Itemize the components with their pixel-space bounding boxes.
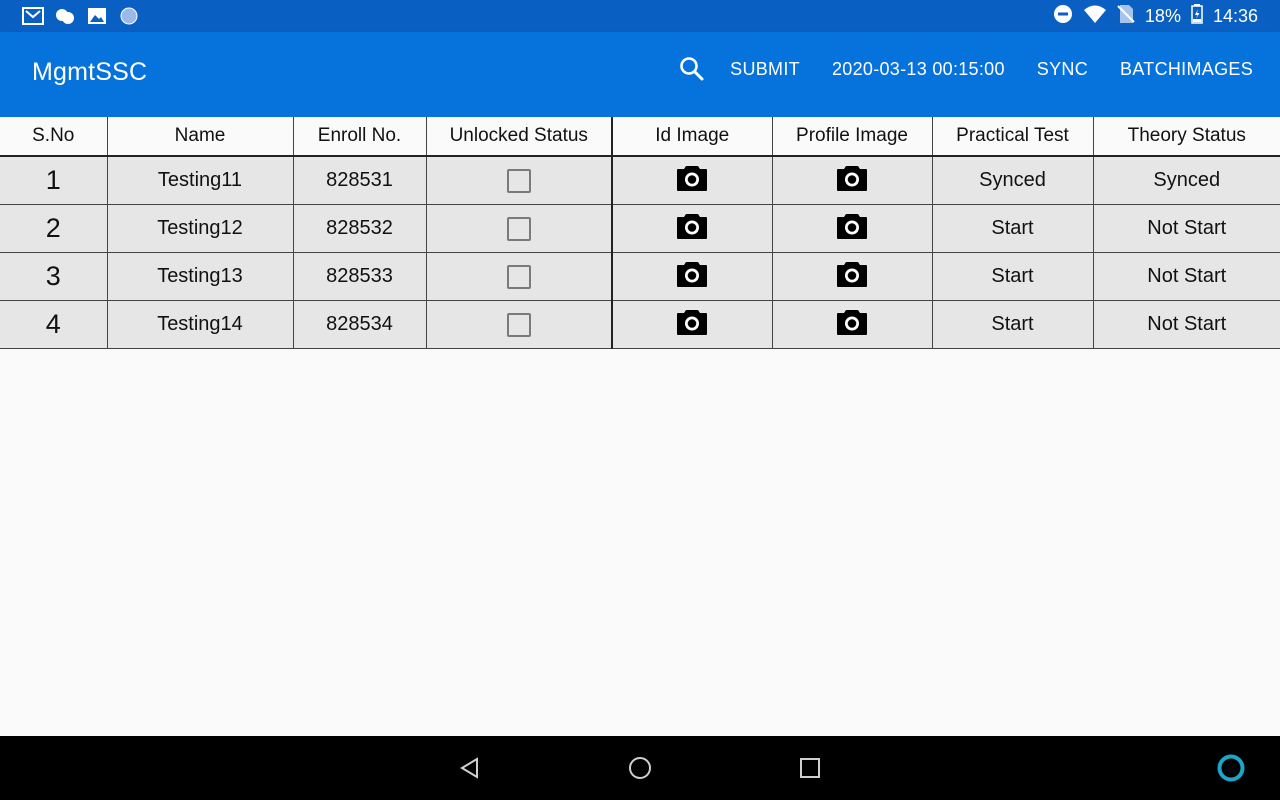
header-theory-status: Theory Status [1093, 117, 1280, 157]
status-bar: 18% 14:36 [0, 0, 1280, 32]
cell-sno: 4 [0, 300, 108, 349]
cell-profile-image [772, 204, 933, 253]
cell-profile-image [772, 156, 933, 205]
cell-id-image [612, 252, 773, 301]
notification-icons [22, 6, 140, 26]
cell-practical-test[interactable]: Start [932, 252, 1094, 301]
header-profile-image: Profile Image [772, 117, 933, 157]
cell-profile-image [772, 300, 933, 349]
image-icon [86, 6, 108, 26]
table-row[interactable]: 1 Testing11 828531 Synced Synced [0, 156, 1280, 205]
circle-icon [118, 6, 140, 26]
cell-sno: 3 [0, 252, 108, 301]
table-row[interactable]: 2 Testing12 828532 Start Not Start [0, 204, 1280, 253]
header-unlocked-status: Unlocked Status [426, 117, 613, 157]
camera-icon[interactable] [836, 308, 868, 342]
unlocked-checkbox[interactable] [506, 216, 531, 241]
back-icon[interactable] [458, 756, 482, 780]
table-header-row: S.No Name Enroll No. Unlocked Status Id … [0, 117, 1280, 157]
submit-button[interactable]: SUBMIT [714, 59, 816, 80]
camera-icon[interactable] [676, 308, 708, 342]
navigation-bar [0, 736, 1280, 800]
camera-icon[interactable] [676, 164, 708, 198]
table-row[interactable]: 3 Testing13 828533 Start Not Start [0, 252, 1280, 301]
batchimages-button[interactable]: BATCHIMAGES [1104, 59, 1280, 80]
header-sno: S.No [0, 117, 108, 157]
no-sim-icon [1117, 4, 1135, 29]
cell-enroll-no: 828534 [293, 300, 427, 349]
wifi-icon [1083, 4, 1107, 29]
cell-enroll-no: 828533 [293, 252, 427, 301]
unlocked-checkbox[interactable] [506, 264, 531, 289]
cell-theory-status[interactable]: Not Start [1093, 204, 1280, 253]
unlocked-checkbox[interactable] [506, 168, 531, 193]
app-bar-actions: SUBMIT 2020-03-13 00:15:00 SYNC BATCHIMA… [678, 32, 1280, 106]
cell-id-image [612, 156, 773, 205]
mail-icon [22, 6, 44, 26]
weather-icon [54, 6, 76, 26]
camera-icon[interactable] [836, 260, 868, 294]
sync-button[interactable]: SYNC [1021, 59, 1104, 80]
cell-theory-status[interactable]: Synced [1093, 156, 1280, 205]
system-indicators: 18% 14:36 [1053, 0, 1258, 32]
cell-unlocked-status [426, 204, 613, 253]
search-icon[interactable] [678, 55, 706, 83]
cell-name: Testing11 [107, 156, 294, 205]
cell-unlocked-status [426, 252, 613, 301]
header-practical-test: Practical Test [932, 117, 1094, 157]
do-not-disturb-icon [1053, 4, 1073, 29]
cell-id-image [612, 300, 773, 349]
battery-icon [1191, 3, 1203, 29]
camera-icon[interactable] [836, 164, 868, 198]
candidate-table: S.No Name Enroll No. Unlocked Status Id … [0, 117, 1280, 349]
recents-icon[interactable] [798, 756, 822, 780]
header-enroll-no: Enroll No. [293, 117, 427, 157]
cell-practical-test[interactable]: Start [932, 204, 1094, 253]
camera-icon[interactable] [836, 212, 868, 246]
assistant-icon[interactable] [1216, 753, 1246, 783]
cell-practical-test[interactable]: Synced [932, 156, 1094, 205]
camera-icon[interactable] [676, 212, 708, 246]
cell-theory-status[interactable]: Not Start [1093, 300, 1280, 349]
battery-percent: 18% [1144, 5, 1181, 26]
cell-sno: 2 [0, 204, 108, 253]
home-icon[interactable] [628, 756, 652, 780]
cell-theory-status[interactable]: Not Start [1093, 252, 1280, 301]
cell-unlocked-status [426, 300, 613, 349]
camera-icon[interactable] [676, 260, 708, 294]
clock: 14:36 [1212, 5, 1258, 26]
cell-sno: 1 [0, 156, 108, 205]
header-id-image: Id Image [612, 117, 773, 157]
datetime-button[interactable]: 2020-03-13 00:15:00 [816, 59, 1021, 80]
app-title: MgmtSSC [32, 58, 148, 86]
cell-unlocked-status [426, 156, 613, 205]
cell-name: Testing12 [107, 204, 294, 253]
table-row[interactable]: 4 Testing14 828534 Start Not Start [0, 300, 1280, 349]
cell-practical-test[interactable]: Start [932, 300, 1094, 349]
cell-enroll-no: 828531 [293, 156, 427, 205]
app-bar: MgmtSSC SUBMIT 2020-03-13 00:15:00 SYNC … [0, 32, 1280, 117]
cell-enroll-no: 828532 [293, 204, 427, 253]
cell-profile-image [772, 252, 933, 301]
cell-name: Testing13 [107, 252, 294, 301]
cell-name: Testing14 [107, 300, 294, 349]
cell-id-image [612, 204, 773, 253]
header-name: Name [107, 117, 294, 157]
unlocked-checkbox[interactable] [506, 312, 531, 337]
